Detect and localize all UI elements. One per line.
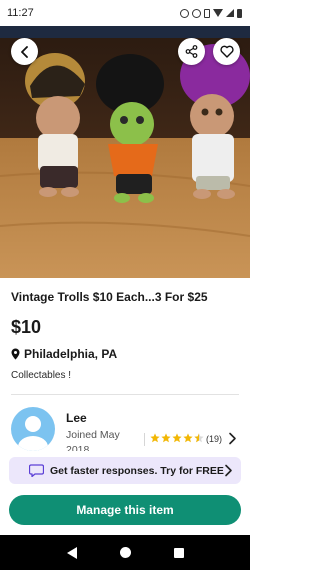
location-pin-icon: [11, 348, 20, 360]
seller-rating-stars[interactable]: [150, 433, 204, 443]
seller-profile-button[interactable]: [228, 432, 237, 450]
share-button[interactable]: [178, 38, 205, 65]
favorite-button[interactable]: [213, 38, 240, 65]
status-bar: 11:27: [0, 0, 250, 26]
back-button[interactable]: [11, 38, 38, 65]
nav-back-icon[interactable]: [66, 546, 77, 559]
half-star-icon: [194, 433, 204, 443]
nav-home-icon[interactable]: [119, 547, 131, 558]
listing-category[interactable]: Collectables !: [11, 370, 71, 381]
manage-item-button[interactable]: Manage this item: [9, 495, 241, 525]
chevron-right-icon: [225, 464, 232, 477]
share-icon: [185, 45, 198, 58]
status-icons: [180, 8, 242, 18]
rating-divider: [144, 433, 145, 446]
manage-item-label: Manage this item: [76, 503, 174, 517]
star-icon: [183, 433, 193, 443]
seller-name[interactable]: Lee: [66, 411, 87, 425]
divider: [11, 394, 239, 395]
alarm-icon: [180, 8, 189, 18]
status-time: 11:27: [7, 7, 34, 19]
wifi-icon: [213, 9, 223, 17]
back-icon: [20, 45, 28, 58]
chat-bubble-icon: [29, 464, 44, 477]
seller-joined-year: 2018: [66, 444, 90, 451]
star-icon: [161, 433, 171, 443]
chevron-right-icon: [229, 432, 236, 445]
listing-price: $10: [11, 317, 42, 337]
system-nav-bar: [0, 535, 250, 570]
vibrate-icon: [204, 8, 210, 18]
location-text: Philadelphia, PA: [24, 347, 118, 361]
listing-title: Vintage Trolls $10 Each...3 For $25: [11, 290, 208, 304]
review-count: (19): [206, 434, 223, 444]
promo-banner[interactable]: Get faster responses. Try for FREE: [9, 457, 241, 484]
troll-dolls-photo: [0, 26, 250, 278]
avatar-placeholder-icon: [18, 416, 48, 451]
battery-icon: [237, 8, 242, 18]
seller-joined: Joined May: [66, 429, 120, 441]
signal-icon: [226, 9, 234, 17]
listing-location[interactable]: Philadelphia, PA: [11, 347, 117, 361]
heart-icon: [219, 45, 234, 58]
promo-text: Get faster responses. Try for FREE: [50, 464, 224, 477]
nav-recents-icon[interactable]: [173, 547, 184, 558]
seller-avatar[interactable]: [11, 407, 55, 451]
n-icon: [192, 8, 201, 18]
star-icon: [172, 433, 182, 443]
star-icon: [150, 433, 160, 443]
listing-photo[interactable]: [0, 26, 250, 278]
